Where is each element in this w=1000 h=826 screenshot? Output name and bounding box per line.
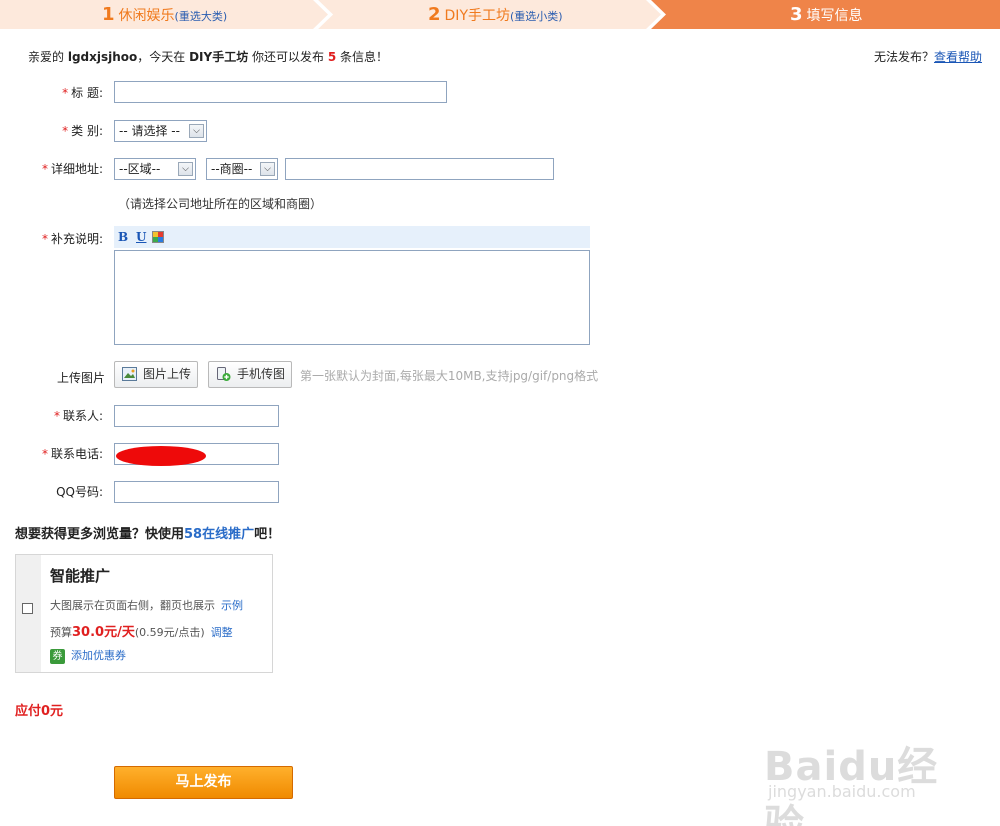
reselect-category-link[interactable]: (重选大类): [175, 10, 228, 23]
promotion-heading: 想要获得更多浏览量？快使用58在线推广吧！: [15, 523, 280, 542]
watermark-main-text: Baidu经验: [764, 744, 939, 826]
description-label-text: 补充说明:: [50, 232, 103, 246]
color-picker-icon[interactable]: [152, 231, 164, 243]
chevron-down-icon: ⌵: [260, 162, 275, 176]
qq-label: QQ号码:: [56, 485, 103, 499]
upload-hint: 第一张默认为封面,每张最大10MB,支持jpg/gif/png格式: [300, 369, 599, 383]
address-label-text: 详细地址:: [50, 162, 103, 176]
budget-detail: (0.59元/点击): [134, 626, 205, 639]
step-progress-bar: 1 休闲娱乐(重选大类) 2 DIY手工坊(重选小类) 3 填写信息: [0, 0, 1000, 29]
smart-promotion-checkbox[interactable]: [22, 603, 33, 614]
phone-add-icon: [217, 367, 231, 381]
step-2-number: 2: [428, 4, 441, 25]
district-select[interactable]: --区域-- ⌵: [114, 158, 196, 180]
step-3-number: 3: [790, 4, 803, 25]
intro-suffix: 条信息！: [336, 50, 389, 64]
add-coupon-link[interactable]: 添加优惠券: [71, 649, 126, 662]
step-3-label: 填写信息: [806, 8, 863, 24]
publish-quota-message: 亲爱的 lgdxjsjhoo，今天在 DIY手工坊 你还可以发布 5 条信息！: [28, 48, 388, 65]
image-icon: [122, 367, 137, 381]
description-label: * 补充说明:: [42, 230, 103, 247]
category-name: DIY手工坊: [189, 50, 249, 64]
intro-mid: ，今天在: [137, 50, 190, 64]
online-promotion-link[interactable]: 58在线推广: [184, 527, 254, 542]
image-upload-button[interactable]: 图片上传: [114, 361, 198, 388]
amount-due: 应付0元: [15, 704, 64, 719]
coupon-icon: 券: [50, 648, 65, 664]
mobile-upload-button[interactable]: 手机传图: [208, 361, 292, 388]
category-select[interactable]: -- 请选择 -- ⌵: [114, 120, 207, 142]
required-mark: *: [41, 162, 48, 176]
title-input[interactable]: [114, 81, 447, 103]
baidu-watermark: Baidu经验 jingyan.baidu.com: [764, 720, 954, 826]
help-box: 无法发布？查看帮助: [874, 48, 982, 65]
intro-mid2: 你还可以发布: [248, 50, 328, 64]
address-note: （请选择公司地址所在的区域和商圈）: [118, 197, 323, 211]
address-input[interactable]: [285, 158, 554, 180]
qq-input[interactable]: [114, 481, 279, 503]
mobile-upload-button-label: 手机传图: [237, 367, 286, 381]
username: lgdxjsjhoo: [67, 50, 138, 64]
budget-prefix: 预算: [50, 626, 72, 639]
budget-value: 30.0元/天: [72, 625, 135, 640]
bold-button[interactable]: B: [118, 230, 128, 244]
publish-button[interactable]: 马上发布: [114, 766, 293, 799]
redaction-scribble: [116, 446, 206, 466]
required-mark: *: [41, 447, 48, 461]
card-description: 大图展示在页面右侧，翻页也展示: [50, 599, 215, 612]
title-label-text: 标 题:: [71, 86, 103, 100]
image-upload-button-label: 图片上传: [143, 367, 192, 381]
help-text: 无法发布？: [873, 50, 934, 64]
upload-image-label: 上传图片: [56, 371, 105, 385]
business-area-select[interactable]: --商圈-- ⌵: [206, 158, 278, 180]
step-2: 2 DIY手工坊(重选小类): [428, 0, 563, 29]
step-1-number: 1: [102, 4, 115, 25]
intro-prefix: 亲爱的: [28, 50, 68, 64]
address-label: * 详细地址:: [42, 160, 103, 177]
required-mark: *: [53, 409, 60, 423]
step-3: 3 填写信息: [790, 0, 863, 29]
coupon-line: 券添加优惠券: [50, 647, 126, 664]
example-link[interactable]: 示例: [221, 599, 243, 612]
contact-label: * 联系人:: [54, 407, 103, 424]
chevron-down-icon: ⌵: [189, 124, 204, 138]
category-select-value: -- 请选择 --: [119, 124, 180, 138]
watermark-sub-text: jingyan.baidu.com: [768, 782, 916, 801]
business-area-select-value: --商圈--: [211, 162, 253, 176]
contact-input[interactable]: [114, 405, 279, 427]
required-mark: *: [62, 86, 69, 100]
budget-line: 预算30.0元/天(0.59元/点击) 调整: [50, 621, 233, 640]
view-help-link[interactable]: 查看帮助: [934, 50, 982, 64]
step-1-label: 休闲娱乐: [118, 8, 175, 24]
required-mark: *: [62, 124, 69, 138]
title-label: * 标 题:: [62, 84, 103, 101]
editor-toolbar: B U: [114, 226, 590, 248]
card-title: 智能推广: [50, 567, 111, 585]
adjust-budget-link[interactable]: 调整: [211, 626, 233, 639]
phone-label-text: 联系电话:: [50, 447, 103, 461]
step-2-label: DIY手工坊: [444, 8, 510, 24]
card-description-line: 大图展示在页面右侧，翻页也展示 示例: [50, 597, 243, 613]
contact-label-text: 联系人:: [62, 409, 103, 423]
phone-label: * 联系电话:: [42, 445, 103, 462]
remaining-count: 5: [327, 50, 337, 64]
card-checkbox-column: [16, 555, 41, 672]
description-textarea[interactable]: [114, 250, 590, 345]
chevron-down-icon: ⌵: [178, 162, 193, 176]
reselect-subcategory-link[interactable]: (重选小类): [510, 10, 563, 23]
smart-promotion-card: 智能推广 大图展示在页面右侧，翻页也展示 示例 预算30.0元/天(0.59元/点…: [15, 554, 273, 673]
category-label-text: 类 别:: [71, 124, 103, 138]
step-1: 1 休闲娱乐(重选大类): [102, 0, 227, 29]
district-select-value: --区域--: [119, 162, 161, 176]
category-label: * 类 别:: [62, 122, 103, 139]
underline-button[interactable]: U: [136, 230, 146, 244]
promotion-heading-prefix: 想要获得更多浏览量？快使用: [15, 527, 185, 542]
required-mark: *: [41, 232, 48, 246]
promotion-heading-suffix: 吧！: [254, 527, 281, 542]
